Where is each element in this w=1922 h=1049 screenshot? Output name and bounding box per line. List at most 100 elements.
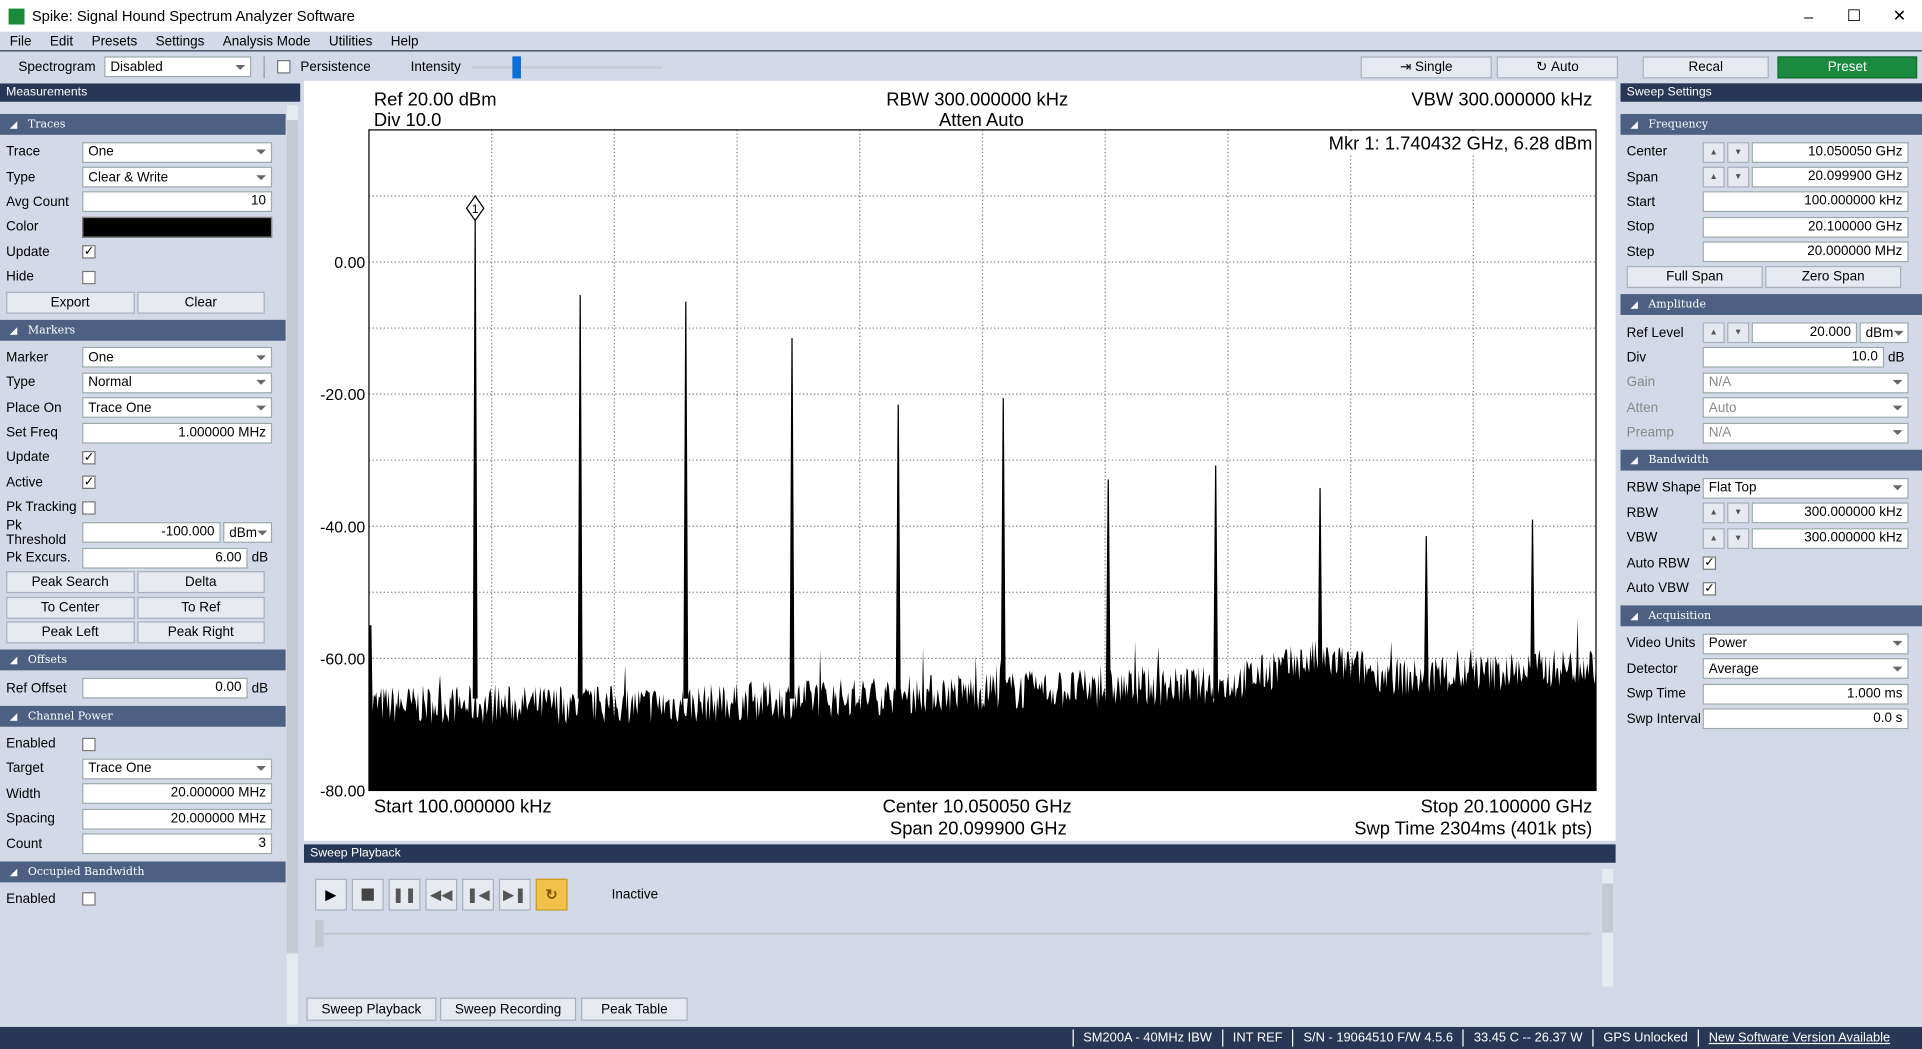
play-button[interactable]: ▶ bbox=[315, 878, 347, 911]
marker-select[interactable]: One bbox=[82, 347, 273, 369]
spectrum-plot[interactable]: Ref 20.00 dBm Div 10.0 RBW 300.000000 kH… bbox=[303, 80, 1616, 841]
span-decrement-button[interactable]: ▼ bbox=[1727, 166, 1750, 188]
single-sweep-button[interactable]: ⇥ Single bbox=[1360, 55, 1492, 78]
ref-level-increment-button[interactable]: ▲ bbox=[1702, 322, 1725, 344]
center-input[interactable]: 10.050050 GHz bbox=[1751, 141, 1909, 163]
peak-search-button[interactable]: Peak Search bbox=[6, 571, 135, 594]
menu-settings[interactable]: Settings bbox=[146, 34, 213, 49]
enabled-checkbox[interactable] bbox=[82, 892, 96, 907]
menu-file[interactable]: File bbox=[0, 34, 40, 49]
playback-slider[interactable] bbox=[316, 932, 1592, 936]
section-amplitude[interactable]: Amplitude bbox=[1620, 294, 1922, 316]
menu-edit[interactable]: Edit bbox=[40, 34, 82, 49]
start-input[interactable]: 100.000000 kHz bbox=[1702, 191, 1909, 213]
auto-rbw-checkbox[interactable]: ✓ bbox=[1702, 556, 1717, 571]
preamp-select[interactable]: N/A bbox=[1702, 422, 1909, 444]
video-units-select[interactable]: Power bbox=[1702, 633, 1909, 655]
center-increment-button[interactable]: ▲ bbox=[1702, 141, 1725, 163]
recal-button[interactable]: Recal bbox=[1642, 55, 1769, 78]
rbw-decrement-button[interactable]: ▼ bbox=[1727, 502, 1750, 524]
rbw-input[interactable]: 300.000000 kHz bbox=[1751, 502, 1909, 524]
playback-scrollbar[interactable] bbox=[1602, 868, 1614, 987]
type-select[interactable]: Clear & Write bbox=[82, 166, 273, 188]
spacing-input[interactable]: 20.000000 MHz bbox=[82, 808, 273, 830]
full-span-button[interactable]: Full Span bbox=[1626, 266, 1763, 289]
loop-button[interactable]: ↻ bbox=[535, 878, 568, 911]
skip-start-button[interactable]: ❚◀ bbox=[462, 878, 494, 911]
peak-left-button[interactable]: Peak Left bbox=[6, 621, 135, 644]
close-button[interactable]: ✕ bbox=[1877, 6, 1922, 26]
update-checkbox[interactable]: ✓ bbox=[82, 450, 96, 465]
gain-select[interactable]: N/A bbox=[1702, 372, 1909, 394]
maximize-button[interactable]: ☐ bbox=[1831, 6, 1876, 26]
menu-analysis-mode[interactable]: Analysis Mode bbox=[213, 34, 319, 49]
tab-sweep-playback[interactable]: Sweep Playback bbox=[306, 997, 437, 1021]
minimize-button[interactable]: – bbox=[1786, 7, 1831, 25]
color-swatch[interactable] bbox=[82, 216, 273, 238]
auto-vbw-checkbox[interactable]: ✓ bbox=[1702, 581, 1717, 596]
ref-level-decrement-button[interactable]: ▼ bbox=[1727, 322, 1750, 344]
swp-time-input[interactable]: 1.000 ms bbox=[1702, 683, 1909, 705]
pk-excurs-input[interactable]: 6.00 bbox=[82, 547, 248, 569]
section-offsets[interactable]: Offsets bbox=[0, 650, 286, 671]
section-channel-power[interactable]: Channel Power bbox=[0, 705, 286, 727]
vbw-decrement-button[interactable]: ▼ bbox=[1727, 527, 1750, 549]
delta-button[interactable]: Delta bbox=[136, 571, 265, 594]
section-frequency[interactable]: Frequency bbox=[1620, 113, 1922, 135]
preset-button[interactable]: Preset bbox=[1777, 55, 1918, 78]
section-markers[interactable]: Markers bbox=[0, 319, 286, 341]
div-input[interactable]: 10.0 bbox=[1702, 347, 1885, 369]
place-on-select[interactable]: Trace One bbox=[82, 397, 273, 419]
playback-slider-thumb[interactable] bbox=[315, 920, 324, 948]
tab-peak-table[interactable]: Peak Table bbox=[581, 997, 688, 1021]
set-freq-input[interactable]: 1.000000 MHz bbox=[82, 422, 273, 444]
section-traces[interactable]: Traces bbox=[0, 113, 286, 135]
vbw-input[interactable]: 300.000000 kHz bbox=[1751, 527, 1909, 549]
spectrum-chart[interactable]: 0.00 -20.00 -40.00 -60.00 -80.00 1 bbox=[304, 81, 1616, 841]
stop-input[interactable]: 20.100000 GHz bbox=[1702, 216, 1909, 238]
to-center-button[interactable]: To Center bbox=[6, 596, 135, 619]
section-acquisition[interactable]: Acquisition bbox=[1620, 605, 1922, 627]
export-button[interactable]: Export bbox=[6, 291, 135, 314]
target-select[interactable]: Trace One bbox=[82, 758, 273, 780]
vbw-increment-button[interactable]: ▲ bbox=[1702, 527, 1725, 549]
pk-threshold-input[interactable]: -100.000 bbox=[82, 522, 221, 544]
center-decrement-button[interactable]: ▼ bbox=[1727, 141, 1750, 163]
rbw-increment-button[interactable]: ▲ bbox=[1702, 502, 1725, 524]
spectrogram-select[interactable]: Disabled bbox=[104, 56, 252, 78]
step-input[interactable]: 20.000000 MHz bbox=[1702, 241, 1909, 263]
enabled-checkbox[interactable] bbox=[82, 737, 96, 751]
status-new-software-version-available[interactable]: New Software Version Available bbox=[1697, 1029, 1900, 1047]
rewind-button[interactable]: ◀◀ bbox=[425, 878, 458, 911]
trace-select[interactable]: One bbox=[82, 141, 273, 163]
update-checkbox[interactable]: ✓ bbox=[82, 245, 96, 259]
zero-span-button[interactable]: Zero Span bbox=[1765, 266, 1902, 289]
swp-interval-input[interactable]: 0.0 s bbox=[1702, 708, 1909, 730]
atten-select[interactable]: Auto bbox=[1702, 397, 1909, 419]
rbw-shape-select[interactable]: Flat Top bbox=[1702, 477, 1909, 499]
width-input[interactable]: 20.000000 MHz bbox=[82, 783, 273, 805]
span-increment-button[interactable]: ▲ bbox=[1702, 166, 1725, 188]
detector-select[interactable]: Average bbox=[1702, 658, 1909, 680]
type-select[interactable]: Normal bbox=[82, 372, 273, 394]
span-input[interactable]: 20.099900 GHz bbox=[1751, 166, 1909, 188]
clear-button[interactable]: Clear bbox=[136, 291, 265, 314]
ref-level-input[interactable]: 20.000 bbox=[1751, 322, 1858, 344]
section-occupied-bandwidth[interactable]: Occupied Bandwidth bbox=[0, 861, 286, 883]
intensity-slider[interactable] bbox=[471, 55, 662, 80]
measurements-scrollbar[interactable] bbox=[286, 105, 298, 1025]
skip-end-button[interactable]: ▶❚ bbox=[498, 878, 531, 911]
peak-right-button[interactable]: Peak Right bbox=[136, 621, 265, 644]
persistence-checkbox[interactable] bbox=[277, 60, 291, 74]
tab-sweep-recording[interactable]: Sweep Recording bbox=[440, 997, 577, 1021]
menu-utilities[interactable]: Utilities bbox=[319, 34, 381, 49]
pk-tracking-checkbox[interactable] bbox=[82, 500, 96, 515]
ref-offset-input[interactable]: 0.00 bbox=[82, 677, 248, 699]
menu-help[interactable]: Help bbox=[381, 34, 427, 49]
active-checkbox[interactable]: ✓ bbox=[82, 475, 96, 490]
count-input[interactable]: 3 bbox=[82, 833, 273, 855]
hide-checkbox[interactable] bbox=[82, 270, 96, 284]
auto-sweep-button[interactable]: ↻ Auto bbox=[1496, 55, 1619, 78]
to-ref-button[interactable]: To Ref bbox=[136, 596, 265, 619]
intensity-slider-thumb[interactable] bbox=[511, 55, 521, 78]
